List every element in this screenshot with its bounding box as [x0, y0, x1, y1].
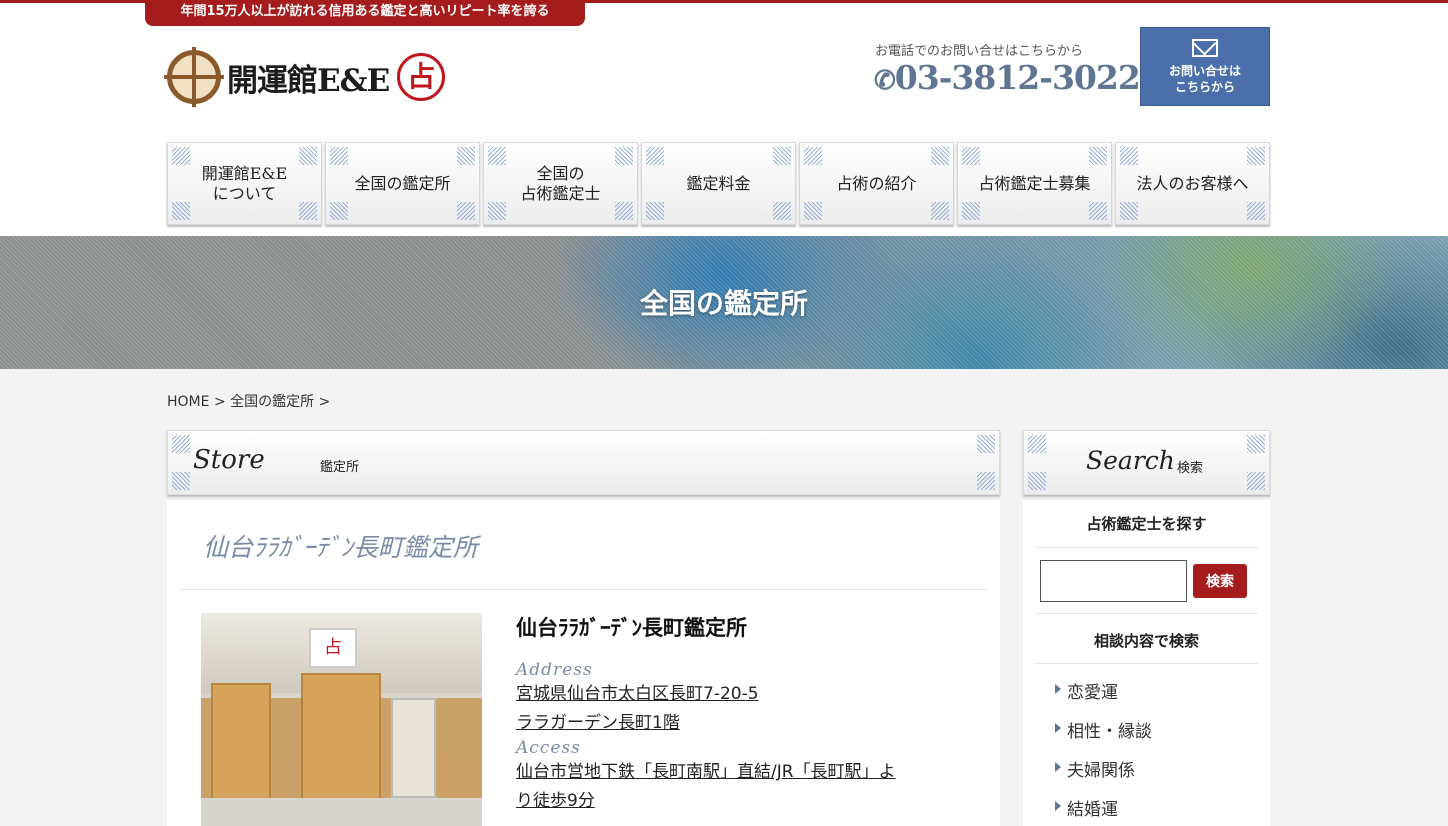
nav-label: 占術の紹介: [836, 173, 917, 193]
store-section-heading: Store 鑑定所: [167, 430, 1000, 495]
sidebar: 占術鑑定士を探す 検索 相談内容で検索 恋愛運 相性・縁談 夫婦関係 結婚運: [1023, 500, 1270, 826]
hero-title: 全国の鑑定所: [639, 287, 808, 320]
store-heading-ja: 鑑定所: [320, 460, 360, 475]
caret-right-icon: [1055, 723, 1061, 733]
nav-item-corporate[interactable]: 法人のお客様へ: [1115, 142, 1270, 225]
topic-label: 夫婦関係: [1067, 761, 1135, 781]
contact-button[interactable]: お問い合せは こちらから: [1140, 27, 1270, 106]
search-input[interactable]: [1040, 560, 1187, 602]
nav-item-methods[interactable]: 占術の紹介: [799, 142, 954, 225]
store-heading-en: Store: [193, 445, 265, 475]
store-detail: 仙台ﾗﾗｶﾞｰﾃﾞﾝ長町鑑定所 Address 宮城県仙台市太白区長町7-20-…: [516, 612, 956, 816]
mail-icon: [1192, 39, 1218, 57]
phone-number-text: 03-3812-3022: [894, 58, 1141, 97]
breadcrumb-separator: >: [213, 394, 226, 410]
nav-label: 開運館E&E について: [201, 163, 288, 203]
topic-label: 相性・縁談: [1067, 722, 1152, 742]
topic-list: 恋愛運 相性・縁談 夫婦関係 結婚運: [1055, 678, 1152, 826]
logo-text: 開運館E&E: [227, 62, 390, 99]
breadcrumb-separator: >: [318, 394, 331, 410]
breadcrumb: HOME > 全国の鑑定所 >: [167, 391, 330, 411]
store-content: 仙台ﾗﾗｶﾞｰﾃﾞﾝ長町鑑定所 占 仙台ﾗﾗｶﾞｰﾃﾞﾝ長町鑑定所 Addres…: [167, 500, 1000, 826]
divider: [1035, 663, 1258, 664]
topic-item-marriage-luck[interactable]: 結婚運: [1055, 795, 1152, 826]
caret-right-icon: [1055, 801, 1061, 811]
site-logo[interactable]: 開運館E&E 占: [164, 42, 477, 112]
topic-item-marriage-relations[interactable]: 夫婦関係: [1055, 756, 1152, 795]
topic-label: 結婚運: [1067, 800, 1118, 820]
access-line1[interactable]: 仙台市営地下鉄「長町南駅」直結/JR「長町駅」よ: [516, 758, 956, 787]
phone-number[interactable]: ✆03-3812-3022: [874, 58, 1141, 97]
nav-item-recruit[interactable]: 占術鑑定士募集: [957, 142, 1112, 225]
access-label: Access: [516, 738, 581, 758]
breadcrumb-home[interactable]: HOME: [167, 394, 209, 410]
store-name: 仙台ﾗﾗｶﾞｰﾃﾞﾝ長町鑑定所: [516, 616, 747, 640]
nav-label: 全国の鑑定所: [354, 173, 451, 193]
nav-label: 全国の 占術鑑定士: [520, 163, 601, 203]
topic-label: 恋愛運: [1067, 683, 1118, 703]
header-tagline: 年間15万人以上が訪れる信用ある鑑定と高いリピート率を誇る: [145, 0, 585, 26]
topic-search-heading: 相談内容で検索: [1093, 632, 1199, 650]
divider: [179, 589, 988, 590]
divider: [1035, 613, 1258, 614]
topic-item-love[interactable]: 恋愛運: [1055, 678, 1152, 717]
search-heading-en: Search: [1086, 446, 1175, 475]
nav-item-fees[interactable]: 鑑定料金: [641, 142, 796, 225]
contact-button-line1: お問い合せは: [1168, 64, 1241, 78]
address-line2[interactable]: ララガーデン長町1階: [516, 709, 956, 738]
search-button[interactable]: 検索: [1193, 564, 1247, 598]
fortune-seal-icon: 占: [397, 53, 446, 101]
find-reader-heading: 占術鑑定士を探す: [1086, 515, 1207, 533]
phone-icon: ✆: [874, 66, 896, 96]
nav-label: 占術鑑定士募集: [978, 173, 1091, 193]
store-sign: 占: [309, 628, 357, 668]
caret-right-icon: [1055, 684, 1061, 694]
search-heading-ja: 検索: [1177, 461, 1204, 476]
address-line1[interactable]: 宮城県仙台市太白区長町7-20-5: [516, 680, 956, 709]
access-line2[interactable]: り徒歩9分: [516, 787, 956, 816]
store-title: 仙台ﾗﾗｶﾞｰﾃﾞﾝ長町鑑定所: [203, 533, 479, 562]
search-section-heading: Search 検索: [1023, 430, 1270, 495]
store-photo: 占: [201, 613, 482, 826]
nav-item-about[interactable]: 開運館E&E について: [167, 142, 322, 225]
nav-item-readers[interactable]: 全国の 占術鑑定士: [483, 142, 638, 225]
divider: [1035, 547, 1258, 548]
nav-item-offices[interactable]: 全国の鑑定所: [325, 142, 480, 225]
phone-caption: お電話でのお問い合せはこちらから: [875, 44, 1084, 59]
breadcrumb-offices[interactable]: 全国の鑑定所: [230, 394, 314, 410]
nav-label: 鑑定料金: [686, 173, 751, 193]
topic-item-compatibility[interactable]: 相性・縁談: [1055, 717, 1152, 756]
nav-label: 法人のお客様へ: [1136, 173, 1249, 193]
hero-banner: 全国の鑑定所: [0, 236, 1448, 369]
address-label: Address: [516, 660, 593, 680]
contact-button-line2: こちらから: [1174, 80, 1235, 94]
caret-right-icon: [1055, 762, 1061, 772]
ship-wheel-icon: [164, 47, 224, 107]
main-nav: 開運館E&E について 全国の鑑定所 全国の 占術鑑定士 鑑定料金 占術の紹介 …: [167, 142, 1270, 225]
